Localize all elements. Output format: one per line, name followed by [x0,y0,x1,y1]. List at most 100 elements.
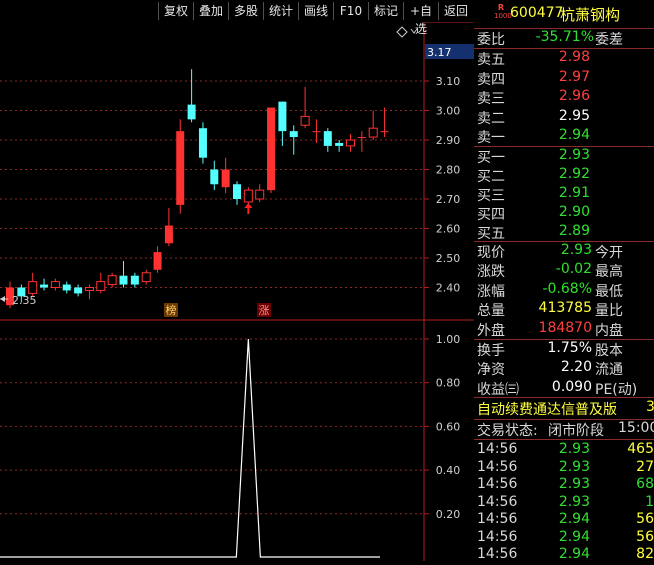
button-fuquan[interactable]: 复权 [158,2,193,20]
stat2-label: 换手 [477,343,505,359]
stat-label: 现价 [477,245,505,261]
tick-time: 14:56 [477,441,518,457]
tick-price: 2.93 [558,476,590,492]
tick-volume: 27 [636,458,654,475]
tick-time: 14:56 [477,476,518,492]
badge-zhang: 涨 [259,304,270,317]
status-label: 交易状态: [477,423,538,439]
buy-price: 2.90 [558,204,590,220]
buy-row: 买一 2.93 [474,147,654,166]
candle-body [233,184,241,199]
candle-body [243,189,253,203]
stat-value: -0.02 [555,261,592,278]
tick-volume: 82 [636,546,654,562]
candle-body [312,131,321,133]
stat-value: -0.68% [542,280,592,297]
chart-toolbar: 复权 叠加 多股 统计 画线 F10 标记 +自选 返回 [0,0,474,36]
button-f10[interactable]: F10 [333,2,368,20]
buy-row: 买三 2.91 [474,185,654,204]
status-row: 交易状态: 闭市阶段 15:00 [474,420,654,439]
stat-label: 涨跌 [477,264,505,281]
candle-body [96,281,106,291]
status-time: 15:00 [618,420,654,436]
button-duogu[interactable]: 多股 [228,2,263,20]
sell-level-label: 卖五 [477,52,505,68]
stat-row: 总量 413785 量比 [474,300,654,319]
tick-time: 14:56 [477,546,518,562]
stat-value: 184870 [538,319,592,336]
candle-body [323,131,332,146]
button-diejia[interactable]: 叠加 [193,2,228,20]
stat2-label-2: PE(动) [595,381,638,398]
stat-label-2: 最低 [595,283,623,300]
stock-code[interactable]: 600477 [510,5,563,21]
stat-value: 413785 [538,300,592,317]
candle-body [368,127,378,138]
tick-row: 14:56 2.94 56 [474,529,654,548]
candle-body [357,137,366,139]
tick-row: 14:56 2.93 465 [474,441,654,460]
buy-level-label: 买三 [477,188,505,204]
buy-row: 买二 2.92 [474,166,654,185]
low-marker-label: 2.35 [12,294,37,307]
tick-time: 14:56 [477,458,518,475]
sell-price: 2.95 [558,107,590,124]
buy-price: 2.92 [558,166,590,182]
stat2-label-2: 流通 [595,362,623,379]
stat-label-2: 内盘 [595,322,623,339]
button-tongji[interactable]: 统计 [263,2,298,20]
candle-body [107,275,117,286]
sell-price: 2.96 [558,88,590,104]
tick-price: 2.93 [558,441,590,457]
promo-suffix: 3 [646,399,654,415]
button-add-favorite[interactable]: +自选 [403,2,438,36]
stat2-label-2: 股本 [595,343,623,359]
stat-label-2: 最高 [595,264,623,281]
stat-row: 涨跌 -0.02 最高 [474,261,654,280]
tick-volume: 56 [636,511,654,527]
candle-body [300,115,310,126]
sell-row: 卖二 2.95 [474,108,654,127]
promo-text[interactable]: 自动续费通达信普及版 [477,399,617,419]
kline-chart[interactable]: 3.10 3.00 2.90 2.80 2.70 2.60 2.50 2.40 3.17 1.00… [0,0,474,561]
buy-level-label: 买四 [477,207,505,223]
tick-volume: 465 [627,441,654,457]
candle-body [255,189,265,200]
weibi-value: -35.71% [535,29,594,45]
y-tick-label: 0.20 [436,508,461,521]
tick-row: 14:56 2.93 68 [474,476,654,495]
stat2-row: 净资 2.20 流通 [474,359,654,378]
stat-label: 涨幅 [477,283,505,300]
y-tick-label: 1.00 [436,333,461,346]
candle-body [335,142,344,146]
tick-time: 14:56 [477,493,518,510]
diamond-icon[interactable] [396,26,408,38]
buy-row: 买四 2.90 [474,204,654,223]
stat2-row: 收益㈢ 0.090 PE(动) [474,379,654,398]
stat2-label: 净资 [477,362,505,379]
promo-row[interactable]: 自动续费通达信普及版 3 [474,399,654,419]
tick-volume: 68 [636,476,654,492]
y-tick-label: 0.40 [436,464,461,477]
buy-level-label: 买五 [477,226,505,242]
market-badge-bottom: 1000 [494,12,512,20]
candle-body [62,284,71,291]
candle-body [141,272,151,283]
stock-name[interactable]: 杭萧钢构 [560,4,620,25]
candle-body [50,281,60,289]
tick-row: 14:56 2.94 82 [474,546,654,565]
button-biaoji[interactable]: 标记 [368,2,403,20]
buy-price: 2.91 [558,185,590,201]
weicha-label: 委差 [595,32,623,48]
arrow-left-icon [0,296,5,302]
candle-body [28,281,38,294]
stat-label-2: 量比 [595,303,623,320]
button-huaxian[interactable]: 画线 [298,2,333,20]
y-tick-label: 3.00 [436,105,461,118]
button-back[interactable]: 返回 [438,2,473,20]
sell-level-label: 卖二 [477,110,505,127]
candle-body [221,169,230,188]
weibi-label: 委比 [477,32,505,48]
stat-row: 外盘 184870 内盘 [474,320,654,339]
tick-row: 14:56 2.94 56 [474,511,654,530]
